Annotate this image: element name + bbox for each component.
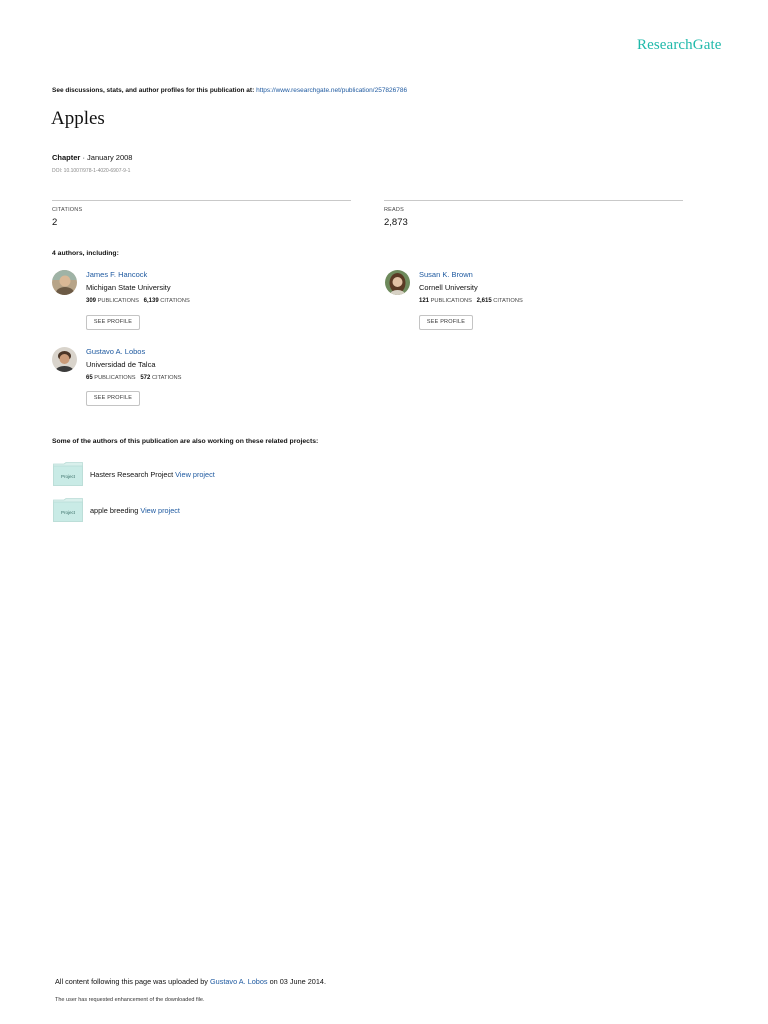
project-folder-icon: Project xyxy=(53,498,83,522)
see-profile-button[interactable]: SEE PROFILE xyxy=(419,315,473,330)
author-institution: Universidad de Talca xyxy=(86,360,156,369)
upload-prefix: All content following this page was uplo… xyxy=(55,977,208,986)
author-name-link[interactable]: Susan K. Brown xyxy=(419,270,473,279)
citations-label: CITATIONS xyxy=(493,298,523,304)
citations-divider xyxy=(52,200,351,201)
citations-label: CITATIONS xyxy=(52,207,83,213)
view-project-link[interactable]: View project xyxy=(140,506,180,515)
publications-label: PUBLICATIONS xyxy=(97,298,139,304)
publication-url-link[interactable]: https://www.researchgate.net/publication… xyxy=(256,87,407,94)
publication-meta: Chapter · January 2008 xyxy=(52,153,132,162)
author-institution: Cornell University xyxy=(419,283,478,292)
author-stats: 309 PUBLICATIONS 6,139 CITATIONS xyxy=(86,298,190,304)
enhancement-note: The user has requested enhancement of th… xyxy=(55,997,205,1003)
citations-label: CITATIONS xyxy=(160,298,190,304)
author-institution: Michigan State University xyxy=(86,283,171,292)
see-profile-button[interactable]: SEE PROFILE xyxy=(86,391,140,406)
view-project-link[interactable]: View project xyxy=(175,470,215,479)
meta-separator: · xyxy=(82,153,85,162)
reads-divider xyxy=(384,200,683,201)
see-profile-button[interactable]: SEE PROFILE xyxy=(86,315,140,330)
publication-date: January 2008 xyxy=(87,153,133,162)
project-item: Hasters Research Project View project xyxy=(90,470,215,479)
related-projects-heading: Some of the authors of this publication … xyxy=(52,438,319,445)
publications-label: PUBLICATIONS xyxy=(94,375,136,381)
citations-value: 2 xyxy=(52,217,58,228)
project-item: apple breeding View project xyxy=(90,506,180,515)
project-icon-label: Project xyxy=(61,474,76,479)
citations-count: 6,139 xyxy=(143,298,159,304)
project-name: Hasters Research Project xyxy=(90,470,174,479)
reads-value: 2,873 xyxy=(384,217,408,228)
publications-count: 121 xyxy=(419,298,430,304)
citations-count: 2,615 xyxy=(476,298,492,304)
publication-title: Apples xyxy=(51,108,105,129)
project-name: apple breeding xyxy=(90,506,139,515)
author-stats: 65 PUBLICATIONS 572 CITATIONS xyxy=(86,375,181,381)
publication-doi: DOI: 10.1007/978-1-4020-6907-9-1 xyxy=(52,168,131,174)
upload-suffix: on 03 June 2014. xyxy=(269,977,327,986)
publications-count: 65 xyxy=(86,375,93,381)
publication-type: Chapter xyxy=(52,153,81,162)
project-icon-label: Project xyxy=(61,510,76,515)
authors-heading: 4 authors, including: xyxy=(52,250,119,257)
citations-label: CITATIONS xyxy=(151,375,182,381)
avatar[interactable] xyxy=(52,347,77,372)
citations-count: 572 xyxy=(140,375,151,381)
publications-count: 309 xyxy=(86,298,97,304)
author-stats: 121 PUBLICATIONS 2,615 CITATIONS xyxy=(419,298,523,304)
author-name-link[interactable]: Gustavo A. Lobos xyxy=(86,347,145,356)
avatar[interactable] xyxy=(385,270,410,295)
project-folder-icon: Project xyxy=(53,462,83,486)
researchgate-logo[interactable]: ResearchGate xyxy=(637,37,721,54)
publications-label: PUBLICATIONS xyxy=(430,298,472,304)
upload-info: All content following this page was uplo… xyxy=(55,977,326,986)
author-name-link[interactable]: James F. Hancock xyxy=(86,270,147,279)
uploader-link[interactable]: Gustavo A. Lobos xyxy=(210,977,268,986)
avatar[interactable] xyxy=(52,270,77,295)
discussion-prefix: See discussions, stats, and author profi… xyxy=(52,87,255,94)
reads-label: READS xyxy=(384,207,404,213)
discussion-line: See discussions, stats, and author profi… xyxy=(52,87,407,94)
